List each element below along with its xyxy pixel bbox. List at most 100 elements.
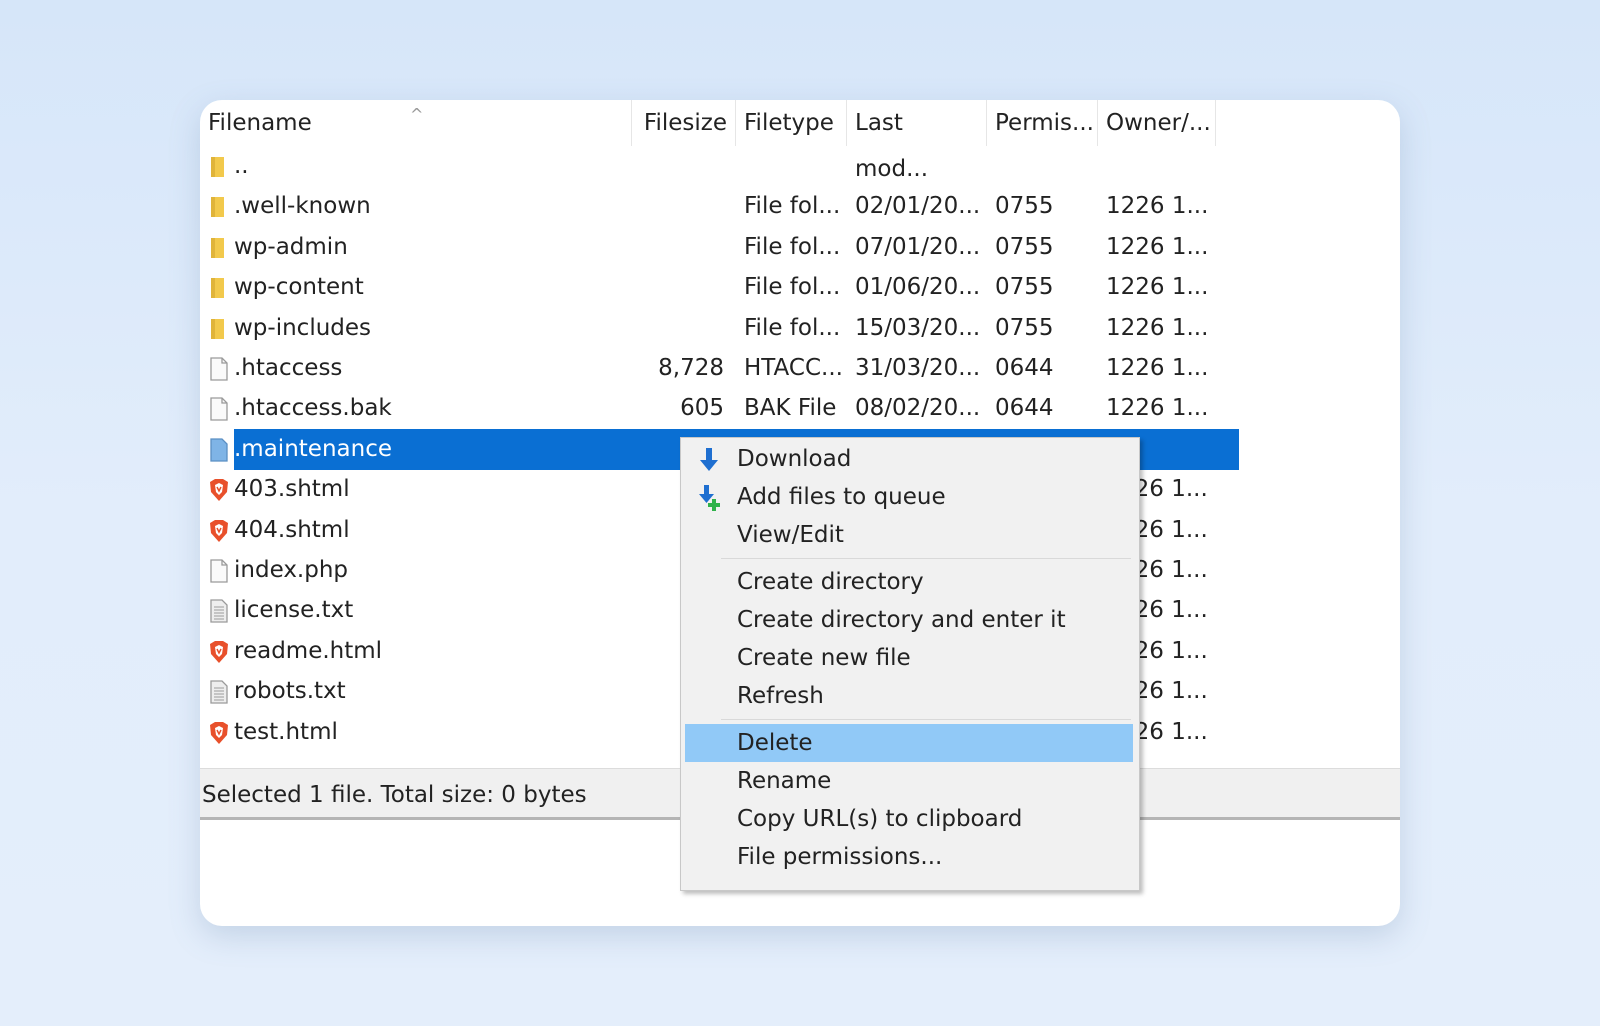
menu-item-label: Create new file bbox=[737, 645, 911, 671]
folder-icon bbox=[208, 317, 230, 341]
file-type: HTACC... bbox=[744, 355, 843, 381]
file-owner: 1226 1... bbox=[1106, 355, 1209, 381]
menu-item-add-files-to-queue[interactable]: Add files to queue bbox=[685, 478, 1133, 516]
add-to-queue-icon bbox=[695, 484, 723, 512]
file-owner: 1226 1... bbox=[1106, 274, 1209, 301]
folder-icon bbox=[208, 195, 230, 219]
menu-item-label: Download bbox=[737, 446, 852, 472]
file-modified: 01/06/20... bbox=[855, 274, 981, 301]
file-permissions: 0644 bbox=[995, 395, 1054, 422]
file-modified: 31/03/20... bbox=[855, 355, 981, 381]
menu-item-copy-url-s-to-clipboard[interactable]: Copy URL(s) to clipboard bbox=[685, 800, 1133, 838]
menu-item-download[interactable]: Download bbox=[685, 440, 1133, 478]
menu-item-label: View/Edit bbox=[737, 522, 844, 548]
menu-item-create-directory-and-enter-it[interactable]: Create directory and enter it bbox=[685, 601, 1133, 639]
file-type: File fol... bbox=[744, 193, 841, 220]
file-owner: 1226 1... bbox=[1106, 193, 1209, 220]
sort-ascending-icon: ^ bbox=[410, 105, 424, 124]
text-file-icon bbox=[208, 599, 230, 624]
menu-item-label: Refresh bbox=[737, 683, 824, 709]
file-name: .well-known bbox=[234, 193, 371, 220]
folder-icon bbox=[208, 155, 230, 179]
folder-icon bbox=[208, 276, 230, 300]
file-type: File fol... bbox=[744, 314, 841, 341]
menu-item-view-edit[interactable]: View/Edit bbox=[685, 516, 1133, 554]
text-file-icon bbox=[208, 680, 230, 704]
menu-item-create-new-file[interactable]: Create new file bbox=[685, 639, 1133, 677]
menu-item-label: File permissions... bbox=[737, 844, 943, 870]
file-icon bbox=[208, 438, 230, 462]
file-name: .htaccess.bak bbox=[234, 395, 392, 422]
file-owner: 1226 1... bbox=[1106, 314, 1209, 341]
file-modified: 15/03/20... bbox=[855, 314, 981, 341]
column-header-filetype[interactable]: Filetype bbox=[736, 100, 847, 146]
file-name: wp-admin bbox=[234, 233, 348, 260]
menu-separator bbox=[721, 719, 1131, 720]
menu-item-label: Create directory and enter it bbox=[737, 607, 1066, 633]
menu-item-label: Add files to queue bbox=[737, 484, 946, 510]
status-text: Selected 1 file. Total size: 0 bytes bbox=[202, 782, 587, 808]
file-type: File fol... bbox=[744, 274, 841, 301]
menu-item-delete[interactable]: Delete bbox=[685, 724, 1133, 762]
column-label: Filename bbox=[208, 110, 312, 136]
menu-item-refresh[interactable]: Refresh bbox=[685, 677, 1133, 715]
file-name: robots.txt bbox=[234, 678, 346, 705]
file-owner: 1226 1... bbox=[1106, 395, 1209, 422]
column-label: Filesize bbox=[643, 110, 727, 136]
file-modified: 07/01/20... bbox=[855, 233, 981, 260]
file-name: wp-includes bbox=[234, 314, 372, 341]
menu-separator bbox=[721, 558, 1131, 559]
file-type: File fol... bbox=[744, 233, 841, 260]
menu-item-label: Delete bbox=[737, 730, 813, 756]
column-label: Filetype bbox=[744, 110, 834, 136]
file-row[interactable]: .well-known File fol... 02/01/20... 0755 122… bbox=[200, 186, 1240, 227]
file-name: wp-content bbox=[234, 274, 364, 301]
column-label: Permis... bbox=[995, 110, 1094, 136]
file-row[interactable]: wp-admin File fol... 07/01/20... 0755 1226 1… bbox=[200, 227, 1240, 268]
file-type: BAK File bbox=[744, 395, 837, 422]
menu-item-label: Rename bbox=[737, 768, 832, 794]
column-header-permissions[interactable]: Permis... bbox=[987, 100, 1098, 146]
column-header-owner[interactable]: Owner/... bbox=[1098, 100, 1216, 146]
folder-icon bbox=[208, 236, 230, 260]
file-permissions: 0755 bbox=[995, 193, 1054, 220]
file-row[interactable]: wp-includes File fol... 15/03/20... 0755 122… bbox=[200, 308, 1240, 349]
menu-item-label: Create directory bbox=[737, 569, 924, 595]
file-size: 605 bbox=[680, 395, 724, 422]
file-name: .maintenance bbox=[234, 435, 392, 462]
column-header-filename[interactable]: Filename ^ bbox=[200, 100, 632, 146]
file-name: index.php bbox=[234, 557, 349, 583]
file-permissions: 0755 bbox=[995, 314, 1054, 341]
file-owner: 1226 1... bbox=[1106, 233, 1209, 260]
file-permissions: 0644 bbox=[995, 355, 1054, 381]
menu-item-label: Copy URL(s) to clipboard bbox=[737, 806, 1023, 832]
download-icon bbox=[695, 446, 723, 474]
file-name: readme.html bbox=[234, 637, 383, 664]
menu-item-rename[interactable]: Rename bbox=[685, 762, 1133, 800]
file-name: test.html bbox=[234, 718, 338, 745]
column-label: Owner/... bbox=[1106, 110, 1211, 136]
file-name: 403.shtml bbox=[234, 476, 350, 503]
brave-browser-icon bbox=[208, 640, 230, 664]
file-row[interactable]: .. bbox=[200, 146, 1240, 187]
file-modified: 08/02/20... bbox=[855, 395, 981, 422]
file-name: 404.shtml bbox=[234, 516, 350, 543]
file-name: license.txt bbox=[234, 597, 354, 624]
file-row[interactable]: .htaccess 8,728 HTACC... 31/03/20... 0644 122… bbox=[200, 348, 1240, 389]
file-name: .. bbox=[234, 153, 249, 179]
column-header-filesize[interactable]: Filesize bbox=[632, 100, 736, 146]
file-modified: 02/01/20... bbox=[855, 193, 981, 220]
file-permissions: 0755 bbox=[995, 274, 1054, 301]
menu-item-create-directory[interactable]: Create directory bbox=[685, 563, 1133, 601]
brave-browser-icon bbox=[208, 478, 230, 502]
file-name: .htaccess bbox=[234, 355, 343, 381]
column-header-last-modified[interactable]: Last mod... bbox=[847, 100, 987, 182]
file-icon bbox=[208, 397, 230, 422]
brave-browser-icon bbox=[208, 519, 230, 543]
file-row[interactable]: wp-content File fol... 01/06/20... 0755 1226… bbox=[200, 267, 1240, 308]
file-icon bbox=[208, 559, 230, 583]
column-header-row: Filename ^ Filesize Filetype Last mod...… bbox=[200, 100, 1240, 182]
menu-item-file-permissions[interactable]: File permissions... bbox=[685, 838, 1133, 876]
file-row[interactable]: .htaccess.bak 605 BAK File 08/02/20... 0644 1… bbox=[200, 388, 1240, 429]
context-menu: Download Add files to queue View/Edit Creat… bbox=[680, 437, 1140, 891]
